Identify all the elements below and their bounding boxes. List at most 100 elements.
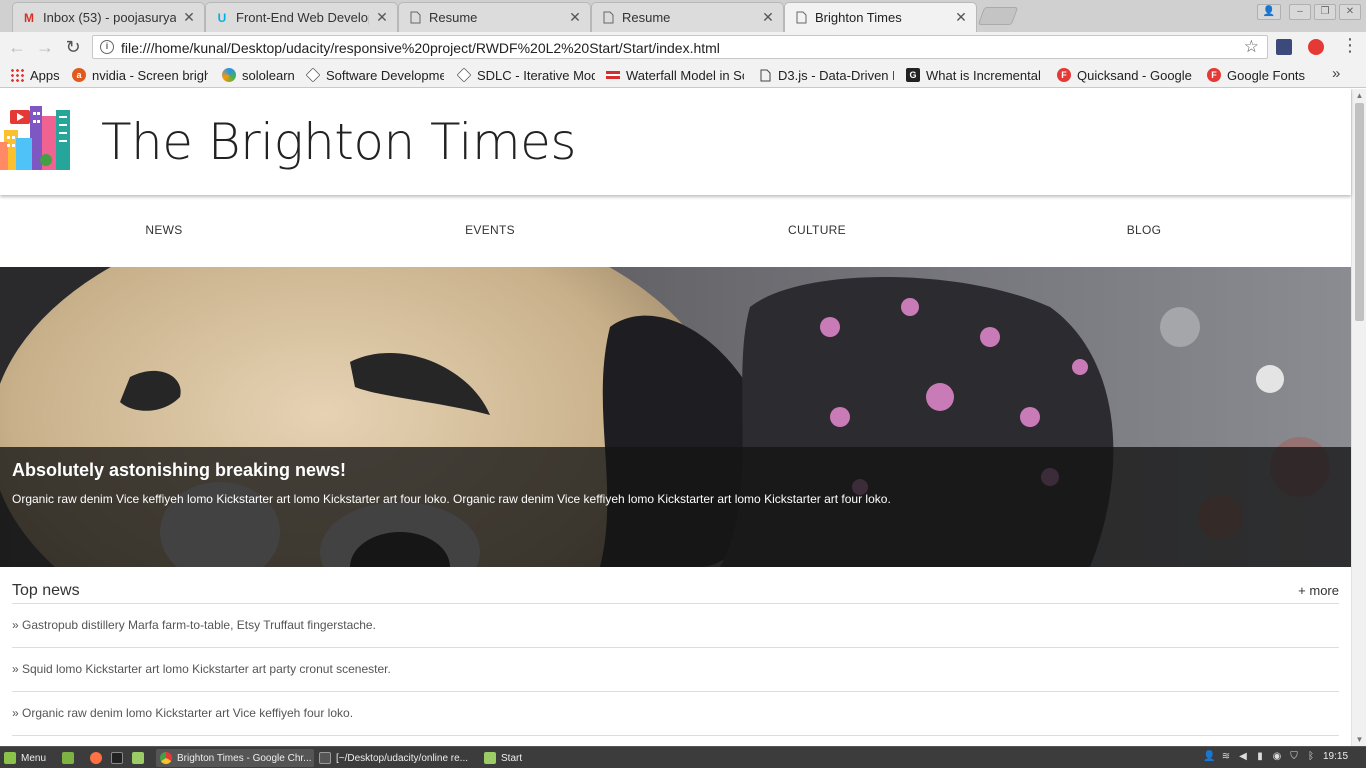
bookmark-item[interactable]: G What is Incremental [906, 66, 1042, 84]
divider [12, 735, 1339, 736]
bookmark-item[interactable]: Software Developme [306, 66, 444, 84]
start-menu-button[interactable]: Menu [4, 749, 46, 767]
hero-caption: Absolutely astonishing breaking news! Or… [0, 447, 1351, 567]
page-viewport: The Brighton Times NEWS EVENTS CULTURE B… [0, 89, 1366, 746]
nav-link-events[interactable]: EVENTS [326, 223, 654, 237]
battery-icon[interactable]: ▮ [1254, 751, 1266, 763]
bookmark-item[interactable]: SDLC - Iterative Mod [457, 66, 595, 84]
bookmark-item[interactable]: F Google Fonts [1207, 66, 1307, 84]
bookmark-apps[interactable]: Apps [10, 66, 66, 84]
bookmarks-bar: Apps a nvidia - Screen brigh sololearn S… [0, 62, 1366, 88]
user-tray-icon[interactable]: 👤 [1203, 751, 1215, 763]
firefox-icon [90, 752, 102, 764]
address-bar[interactable]: i file:///home/kunal/Desktop/udacity/res… [92, 35, 1268, 59]
chrome-menu-icon[interactable]: ⋮ [1341, 36, 1359, 56]
close-window-button[interactable]: ✕ [1339, 4, 1361, 20]
close-icon[interactable]: ✕ [375, 9, 389, 26]
more-news-link[interactable]: + more [1298, 583, 1339, 598]
tab-udacity[interactable]: U Front-End Web Develop ✕ [205, 2, 398, 32]
sololearn-icon [222, 68, 236, 82]
ask-icon: a [72, 68, 86, 82]
close-icon[interactable]: ✕ [761, 9, 775, 26]
scrollbar-thumb[interactable] [1355, 103, 1364, 321]
hero-headline[interactable]: Absolutely astonishing breaking news! [12, 460, 346, 481]
taskbar-window-editor[interactable]: [~/Desktop/udacity/online re... [319, 749, 477, 767]
news-item[interactable]: » Squid lomo Kickstarter art lomo Kickst… [12, 662, 391, 676]
extension-icon[interactable] [1276, 39, 1292, 55]
tab-gmail[interactable]: M Inbox (53) - poojasuryav ✕ [12, 2, 205, 32]
user-icon[interactable]: 👤 [1257, 4, 1281, 20]
divider [12, 691, 1339, 692]
extension-icon[interactable] [1308, 39, 1324, 55]
site-header: The Brighton Times [0, 89, 1351, 195]
firefox-launcher-icon[interactable] [90, 749, 107, 767]
scroll-up-icon[interactable]: ▲ [1355, 91, 1364, 100]
bluetooth-icon[interactable]: ᛒ [1305, 751, 1317, 763]
bookmark-item[interactable]: a nvidia - Screen brigh [72, 66, 208, 84]
tab-title: Resume [622, 10, 671, 25]
nav-link-culture[interactable]: CULTURE [653, 223, 981, 237]
google-fonts-icon: F [1207, 68, 1221, 82]
page-icon [758, 68, 772, 82]
hero-banner[interactable]: Absolutely astonishing breaking news! Or… [0, 267, 1351, 567]
site-nav: NEWS EVENTS CULTURE BLOG [0, 197, 1351, 267]
volume-icon[interactable]: ◀ [1237, 751, 1249, 763]
folder-icon [484, 752, 496, 764]
city-logo-icon [0, 102, 72, 174]
mint-logo-icon [4, 752, 16, 764]
nav-link-blog[interactable]: BLOG [980, 223, 1308, 237]
minimize-button[interactable]: – [1289, 4, 1311, 20]
reload-button[interactable]: ↻ [62, 36, 84, 58]
divider [12, 647, 1339, 648]
info-icon[interactable]: i [100, 40, 114, 54]
url-text: file:///home/kunal/Desktop/udacity/respo… [121, 40, 720, 56]
apps-grid-icon [10, 68, 24, 82]
terminal-launcher-icon[interactable] [111, 749, 128, 767]
forward-button[interactable]: → [34, 36, 56, 58]
news-item[interactable]: » Organic raw denim lomo Kickstarter art… [12, 706, 353, 720]
tab-title: Resume [429, 10, 478, 25]
tab-title: Inbox (53) - poojasuryav [43, 10, 176, 25]
scroll-down-icon[interactable]: ▼ [1355, 735, 1364, 744]
os-taskbar: Menu Brighton Times - Google Chr... [~/D… [0, 746, 1366, 768]
diamond-icon [306, 67, 321, 83]
tab-title: Brighton Times [815, 10, 902, 25]
tab-resume-2[interactable]: Resume ✕ [591, 2, 784, 32]
sublime-icon [319, 752, 331, 764]
top-news-heading: Top news [12, 582, 80, 599]
tab-brighton-times[interactable]: Brighton Times ✕ [784, 2, 977, 32]
wifi-icon[interactable]: ≋ [1220, 751, 1232, 763]
new-tab-button[interactable] [977, 7, 1019, 25]
tab-resume-1[interactable]: Resume ✕ [398, 2, 591, 32]
back-button[interactable]: ← [6, 36, 28, 58]
news-item[interactable]: » Gastropub distillery Marfa farm-to-tab… [12, 618, 376, 632]
hero-summary: Organic raw denim Vice keffiyeh lomo Kic… [12, 492, 891, 506]
bookmarks-overflow-button[interactable]: » [1332, 65, 1340, 82]
taskbar-window-chrome[interactable]: Brighton Times - Google Chr... [156, 749, 314, 767]
terminal-icon [111, 752, 123, 764]
show-desktop-icon[interactable] [62, 749, 79, 767]
taskbar-window-files[interactable]: Start [484, 749, 564, 767]
close-icon[interactable]: ✕ [182, 9, 196, 26]
bookmark-item[interactable]: sololearn [222, 66, 298, 84]
bookmark-item[interactable]: Waterfall Model in Sc [606, 66, 744, 84]
shield-icon[interactable]: ⛉ [1288, 751, 1300, 763]
bookmark-item[interactable]: D3.js - Data-Driven D [758, 66, 894, 84]
page-scrollbar[interactable]: ▲ ▼ [1351, 89, 1366, 746]
close-icon[interactable]: ✕ [954, 9, 968, 26]
divider [12, 603, 1339, 604]
g-icon: G [906, 68, 920, 82]
close-icon[interactable]: ✕ [568, 9, 582, 26]
site-title: The Brighton Times [101, 113, 576, 171]
bookmark-item[interactable]: F Quicksand - Google F [1057, 66, 1193, 84]
diamond-icon [457, 67, 472, 83]
bookmark-star-icon[interactable]: ☆ [1244, 37, 1259, 57]
page-icon [407, 10, 423, 26]
chrome-tray-icon[interactable]: ◉ [1271, 751, 1283, 763]
clock[interactable]: 19:15 [1323, 751, 1348, 762]
nav-link-news[interactable]: NEWS [0, 223, 328, 237]
udacity-icon: U [217, 10, 227, 25]
page-icon [793, 10, 809, 26]
maximize-button[interactable]: ❐ [1314, 4, 1336, 20]
files-launcher-icon[interactable] [132, 749, 149, 767]
